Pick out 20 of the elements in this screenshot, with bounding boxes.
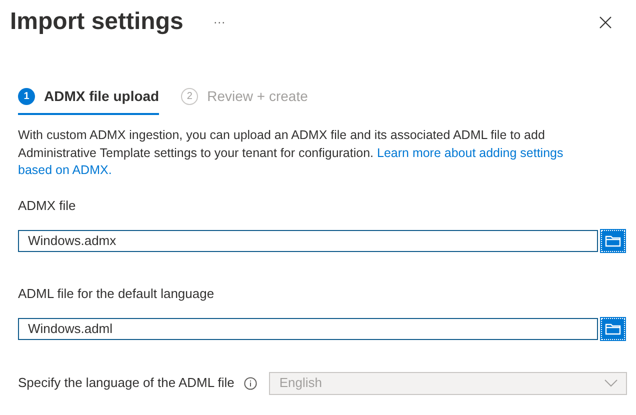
step-number: 1 <box>18 88 35 105</box>
folder-icon <box>605 322 621 334</box>
field-label: ADML file for the default language <box>18 284 216 302</box>
info-icon <box>244 376 258 390</box>
browse-button[interactable] <box>601 318 625 340</box>
language-label: Specify the language of the ADML file <box>18 374 234 392</box>
learn-more-link[interactable]: based on ADMX. <box>18 163 112 177</box>
file-input-field[interactable]: Windows.adml <box>18 318 598 340</box>
step-number: 2 <box>181 88 198 105</box>
chevron-down-icon <box>604 379 618 387</box>
browse-button[interactable] <box>601 230 625 252</box>
file-input-field[interactable]: Windows.admx <box>18 230 598 252</box>
close-icon <box>599 16 612 28</box>
folder-icon <box>605 234 621 246</box>
learn-more-link[interactable]: Learn more about adding settings <box>377 146 564 160</box>
panel-title: Import settings <box>10 7 184 37</box>
field-label: ADMX file <box>18 196 77 214</box>
more-button[interactable]: ··· <box>209 13 230 31</box>
step-tab[interactable]: 1 ADMX file upload <box>18 86 160 115</box>
description-text: With custom ADMX ingestion, you can upload an ADMX file and its associated ADML file to add Administrative Template settings to your tenant for configuration. Learn more about adding settings based on ADMX. <box>18 127 564 179</box>
